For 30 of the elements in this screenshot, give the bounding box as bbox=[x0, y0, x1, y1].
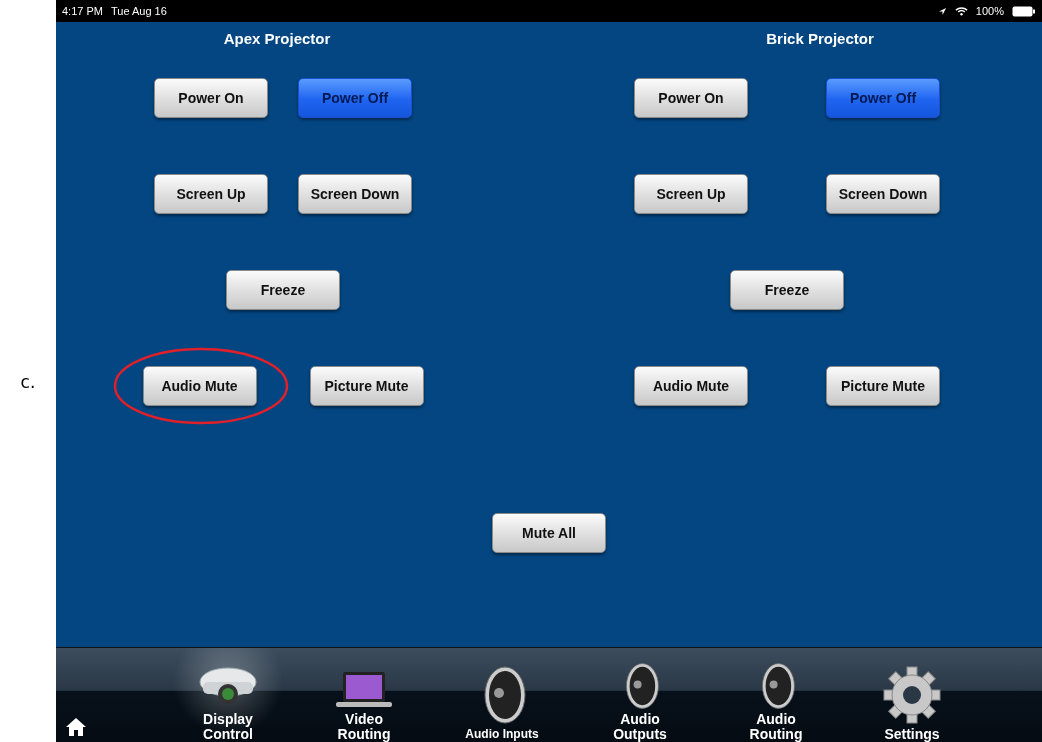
projector-title: Apex Projector bbox=[223, 30, 331, 49]
control-button[interactable]: Power On bbox=[634, 78, 748, 118]
status-time: 4:17 PM bbox=[62, 5, 103, 17]
wifi-icon bbox=[954, 6, 968, 16]
control-button[interactable]: Screen Up bbox=[634, 174, 748, 214]
control-button[interactable]: Screen Up bbox=[154, 174, 268, 214]
control-button[interactable]: Screen Down bbox=[826, 174, 940, 214]
control-button[interactable]: Picture Mute bbox=[309, 366, 424, 406]
nav-tab[interactable]: Video Routing bbox=[296, 648, 432, 742]
control-button[interactable]: Freeze bbox=[730, 270, 844, 310]
control-button[interactable]: Audio Mute bbox=[634, 366, 748, 406]
battery-icon bbox=[1012, 5, 1036, 17]
location-icon bbox=[937, 6, 947, 16]
control-button[interactable]: Audio Mute bbox=[142, 366, 257, 406]
control-button[interactable]: Screen Down bbox=[298, 174, 412, 214]
control-button[interactable]: Power On bbox=[154, 78, 268, 118]
status-date: Tue Aug 16 bbox=[110, 5, 167, 17]
projector-title: Brick Projector bbox=[766, 30, 874, 49]
nav-tab[interactable]: Audio Routing bbox=[708, 648, 844, 742]
laptop-icon bbox=[333, 670, 395, 710]
home-icon bbox=[65, 717, 87, 737]
battery-percent: 100% bbox=[975, 5, 1004, 17]
nav-tab[interactable]: Audio Outputs bbox=[572, 648, 708, 742]
gear-icon bbox=[882, 665, 942, 725]
mute-all-button[interactable]: Mute All bbox=[492, 513, 606, 553]
control-button[interactable]: Picture Mute bbox=[826, 366, 940, 406]
nav-tab[interactable]: Settings bbox=[844, 648, 980, 742]
item-label: c. bbox=[20, 372, 36, 392]
nav-tab[interactable]: Audio Inputs bbox=[432, 648, 572, 742]
control-button[interactable]: Freeze bbox=[226, 270, 340, 310]
